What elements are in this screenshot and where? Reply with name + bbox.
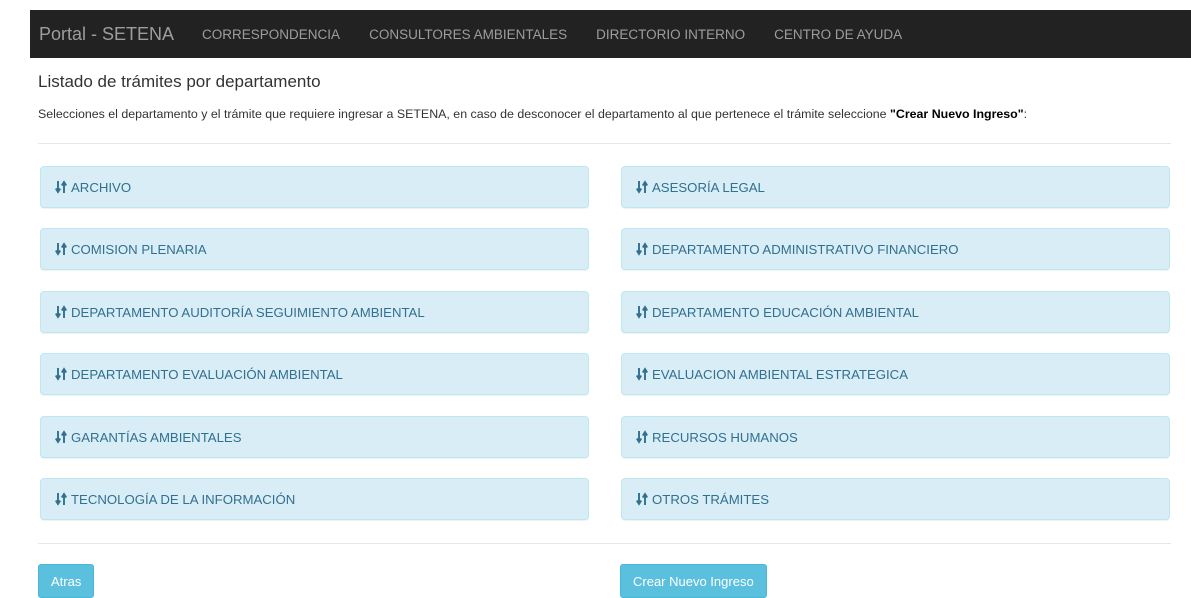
department-item[interactable]: DEPARTAMENTO EVALUACIÓN AMBIENTAL: [40, 353, 589, 395]
department-item[interactable]: DEPARTAMENTO AUDITORÍA SEGUIMIENTO AMBIE…: [40, 291, 589, 333]
department-label: DEPARTAMENTO EDUCACIÓN AMBIENTAL: [652, 304, 919, 320]
nav-directorio-interno[interactable]: DIRECTORIO INTERNO: [596, 27, 745, 42]
department-label: GARANTÍAS AMBIENTALES: [71, 429, 242, 445]
department-item[interactable]: EVALUACION AMBIENTAL ESTRATEGICA: [621, 353, 1170, 395]
nav-correspondencia[interactable]: CORRESPONDENCIA: [202, 27, 340, 42]
instructions-suffix: :: [1023, 107, 1028, 121]
divider-top: [38, 143, 1171, 144]
sort-arrows-icon: [636, 367, 648, 381]
department-item[interactable]: ARCHIVO: [40, 166, 589, 208]
department-item[interactable]: COMISION PLENARIA: [40, 228, 589, 270]
nav-centro-de-ayuda[interactable]: CENTRO DE AYUDA: [774, 27, 902, 42]
divider-bottom: [38, 543, 1171, 544]
department-label: RECURSOS HUMANOS: [652, 429, 798, 445]
department-item[interactable]: DEPARTAMENTO EDUCACIÓN AMBIENTAL: [621, 291, 1170, 333]
sort-arrows-icon: [55, 180, 67, 194]
department-label: TECNOLOGÍA DE LA INFORMACIÓN: [71, 491, 296, 507]
instructions-prefix: Selecciones el departamento y el trámite…: [38, 107, 890, 121]
brand-link[interactable]: Portal - SETENA: [39, 24, 174, 45]
instructions-bold: "Crear Nuevo Ingreso": [890, 107, 1024, 121]
new-entry-button[interactable]: Crear Nuevo Ingreso: [620, 564, 767, 598]
sort-arrows-icon: [55, 492, 67, 506]
sort-arrows-icon: [55, 430, 67, 444]
department-label: ARCHIVO: [71, 179, 132, 195]
sort-arrows-icon: [636, 430, 648, 444]
department-item[interactable]: RECURSOS HUMANOS: [621, 416, 1170, 458]
back-button[interactable]: Atras: [38, 564, 95, 598]
nav-consultores-ambientales[interactable]: CONSULTORES AMBIENTALES: [369, 27, 567, 42]
top-navbar: Portal - SETENA CORRESPONDENCIA CONSULTO…: [30, 10, 1191, 58]
sort-arrows-icon: [55, 367, 67, 381]
department-label: DEPARTAMENTO AUDITORÍA SEGUIMIENTO AMBIE…: [71, 304, 425, 320]
sort-arrows-icon: [636, 242, 648, 256]
department-label: ASESORÍA LEGAL: [652, 179, 765, 195]
sort-arrows-icon: [55, 242, 67, 256]
department-label: COMISION PLENARIA: [71, 241, 207, 257]
department-item[interactable]: OTROS TRÁMITES: [621, 478, 1170, 520]
sort-arrows-icon: [636, 305, 648, 319]
department-label: EVALUACION AMBIENTAL ESTRATEGICA: [652, 366, 908, 382]
sort-arrows-icon: [636, 492, 648, 506]
sort-arrows-icon: [55, 305, 67, 319]
department-label: OTROS TRÁMITES: [652, 491, 769, 507]
department-item[interactable]: TECNOLOGÍA DE LA INFORMACIÓN: [40, 478, 589, 520]
department-item[interactable]: GARANTÍAS AMBIENTALES: [40, 416, 589, 458]
department-label: DEPARTAMENTO ADMINISTRATIVO FINANCIERO: [652, 241, 959, 257]
department-item[interactable]: ASESORÍA LEGAL: [621, 166, 1170, 208]
page-title: Listado de trámites por departamento: [38, 72, 321, 91]
sort-arrows-icon: [636, 180, 648, 194]
department-item[interactable]: DEPARTAMENTO ADMINISTRATIVO FINANCIERO: [621, 228, 1170, 270]
department-label: DEPARTAMENTO EVALUACIÓN AMBIENTAL: [71, 366, 343, 382]
instructions-text: Selecciones el departamento y el trámite…: [38, 107, 1027, 121]
